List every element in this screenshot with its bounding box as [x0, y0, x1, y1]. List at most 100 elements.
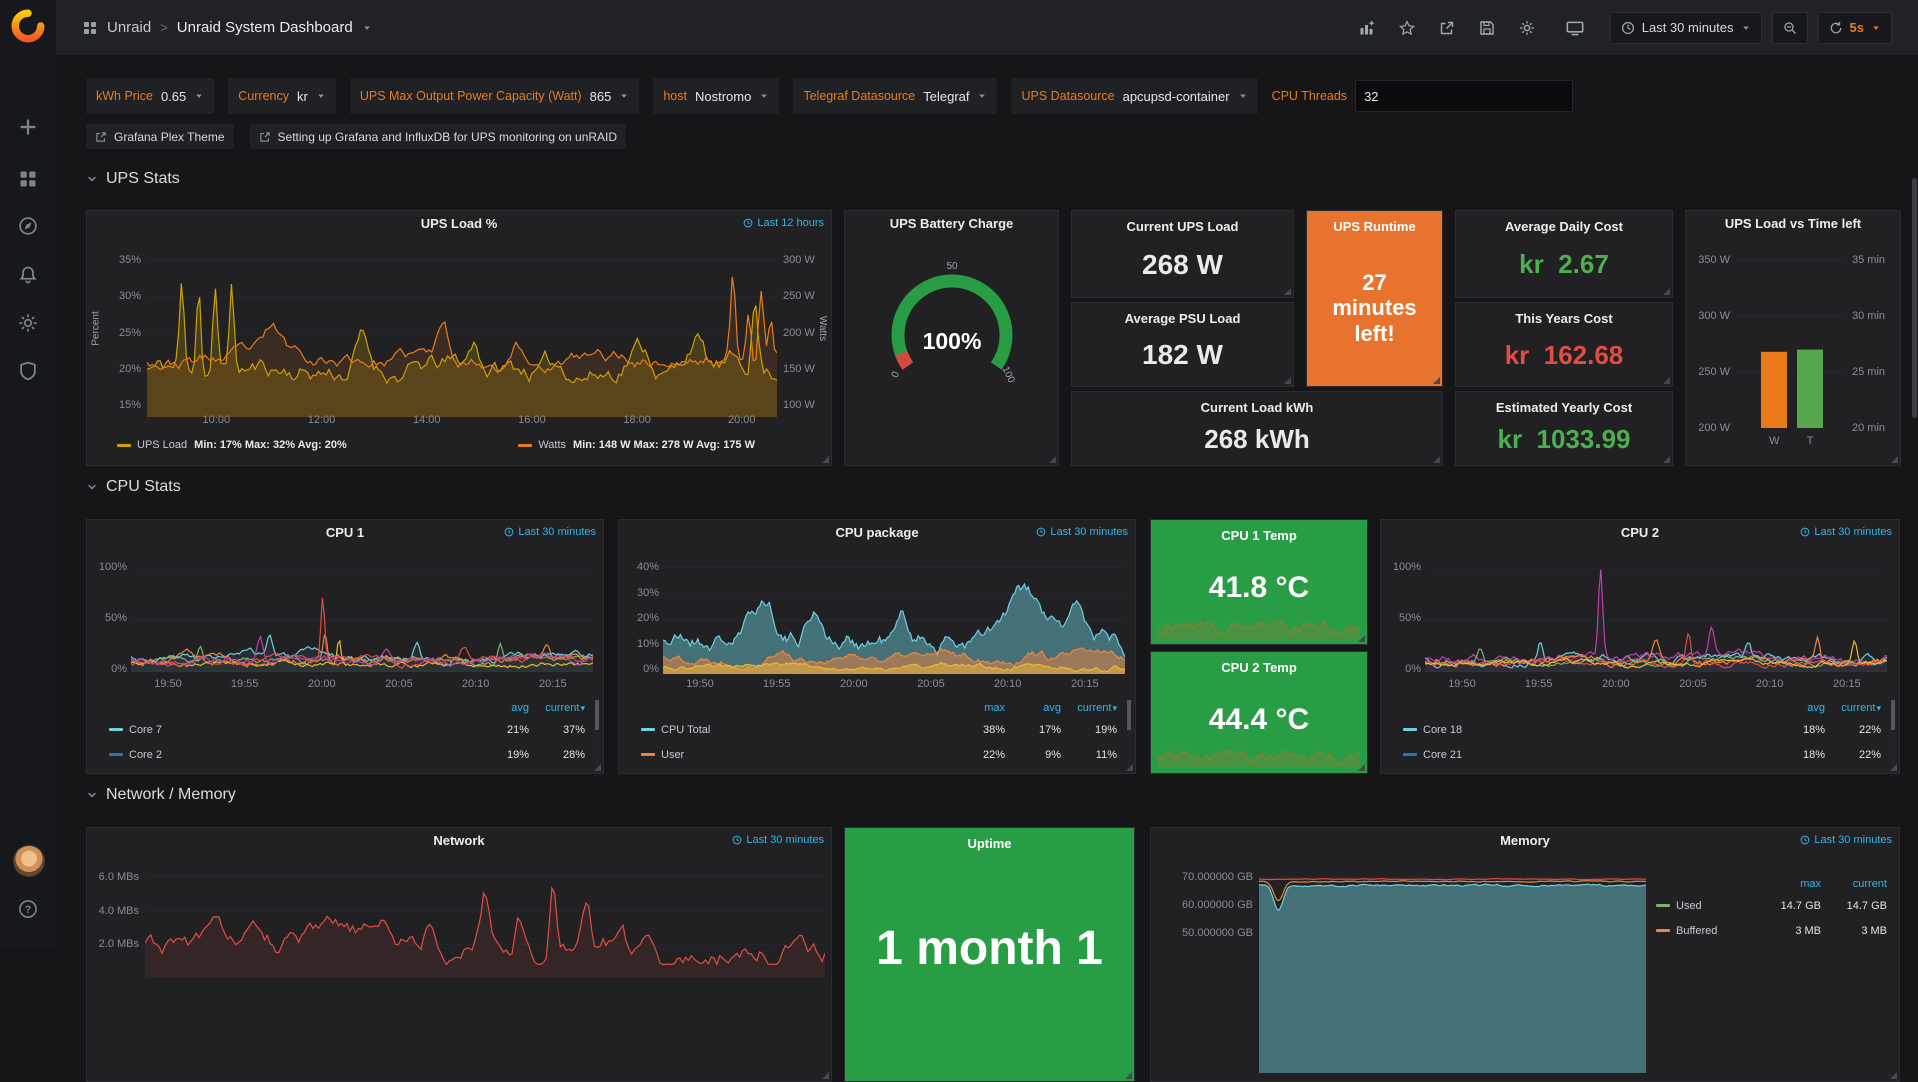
variable-ups-max-power[interactable]: UPS Max Output Power Capacity (Watt) 865 — [350, 78, 640, 114]
configuration-gear-icon[interactable] — [18, 313, 38, 333]
grafana-dashboard: Unraid > Unraid System Dashboard Last 30… — [0, 0, 1918, 947]
legend-row[interactable]: Core 7 21% 37% — [109, 717, 585, 742]
legend-row[interactable]: Core 21 18% 22% — [1403, 742, 1881, 767]
legend-row[interactable]: Core 2 19% 28% — [109, 742, 585, 767]
alerting-bell-icon[interactable] — [18, 265, 38, 285]
time-range-label: Last 30 minutes — [1642, 20, 1734, 35]
panel-time-range[interactable]: Last 30 minutes — [732, 834, 824, 846]
legend-scrollbar[interactable] — [1891, 700, 1895, 766]
clock-icon — [1800, 835, 1810, 845]
server-admin-shield-icon[interactable] — [18, 361, 38, 381]
settings-gear-icon[interactable] — [1512, 13, 1542, 43]
panel-time-range[interactable]: Last 30 minutes — [1800, 834, 1892, 846]
legend-scrollbar[interactable] — [1127, 700, 1131, 766]
cpu1-chart[interactable] — [131, 564, 593, 672]
legend-row[interactable]: User 22% 9% 11% — [641, 742, 1117, 767]
series-name: UPS Load — [137, 439, 187, 451]
panel-title[interactable]: Uptime — [845, 831, 1134, 857]
network-chart[interactable] — [145, 861, 825, 978]
legend-sort-avg[interactable]: avg — [1005, 702, 1061, 714]
link-ups-monitoring-guide[interactable]: Setting up Grafana and InfluxDB for UPS … — [250, 124, 627, 149]
zoom-out-button[interactable] — [1772, 12, 1808, 44]
panel-time-range[interactable]: Last 12 hours — [743, 217, 824, 229]
create-icon[interactable] — [18, 117, 38, 137]
panel-title[interactable]: Current UPS Load — [1072, 214, 1293, 240]
panel-network: Network Last 30 minutes 6.0 MBs4.0 MBs2.… — [86, 827, 832, 1082]
cpu-package-chart[interactable] — [663, 562, 1125, 674]
cpu-threads-input[interactable] — [1355, 80, 1573, 112]
page-scrollbar-thumb[interactable] — [1912, 178, 1917, 418]
panel-title[interactable]: Average Daily Cost — [1456, 214, 1672, 240]
stat-value: 182 W — [1072, 332, 1293, 386]
memory-chart[interactable] — [1259, 861, 1646, 1073]
dashboards-icon[interactable] — [18, 169, 38, 189]
refresh-interval-label[interactable]: 5s — [1850, 20, 1864, 35]
chevron-down-icon[interactable] — [362, 23, 372, 33]
legend-sort-max[interactable]: max — [1755, 878, 1821, 890]
legend-sort-current[interactable]: current — [1821, 878, 1887, 890]
legend-sort-max[interactable]: max — [949, 702, 1005, 714]
dashboard-title[interactable]: Unraid System Dashboard — [177, 19, 353, 36]
panel-title[interactable]: UPS Battery Charge — [845, 211, 1058, 237]
grafana-logo[interactable] — [10, 8, 46, 44]
panel-time-range[interactable]: Last 30 minutes — [504, 526, 596, 538]
panel-title[interactable]: CPU 2 Temp — [1151, 655, 1367, 681]
cpu2-chart[interactable] — [1425, 564, 1887, 672]
ups-bar-chart[interactable] — [1734, 251, 1846, 428]
panel-title[interactable]: Memory — [1151, 828, 1899, 854]
panel-title[interactable]: UPS Load vs Time left — [1686, 211, 1900, 237]
panel-title[interactable]: Network — [87, 828, 831, 854]
legend-row[interactable]: CPU Total 38% 17% 19% — [641, 717, 1117, 742]
panel-average-psu-load: Average PSU Load 182 W — [1071, 302, 1294, 387]
variable-currency[interactable]: Currency kr — [228, 78, 336, 114]
legend-item[interactable]: UPS Load Min: 17% Max: 32% Avg: 20% — [117, 439, 347, 451]
ups-load-chart[interactable] — [147, 249, 777, 417]
link-label: Setting up Grafana and InfluxDB for UPS … — [278, 130, 618, 144]
panel-title[interactable]: UPS Runtime — [1307, 214, 1442, 240]
series-color-marker — [1656, 904, 1670, 907]
panel-title[interactable]: CPU 1 Temp — [1151, 523, 1367, 549]
add-panel-icon[interactable] — [1352, 13, 1382, 43]
help-icon[interactable] — [18, 899, 38, 919]
tv-cycle-icon[interactable] — [1560, 13, 1590, 43]
panel-time-range[interactable]: Last 30 minutes — [1036, 526, 1128, 538]
variable-kwh-price[interactable]: kWh Price 0.65 — [86, 78, 214, 114]
section-network-memory[interactable]: Network / Memory — [86, 786, 236, 804]
panel-time-range[interactable]: Last 30 minutes — [1800, 526, 1892, 538]
panel-title[interactable]: Estimated Yearly Cost — [1456, 395, 1672, 421]
legend-row[interactable]: Buffered 3 MB 3 MB — [1656, 918, 1887, 943]
legend-sort-current[interactable]: current — [1825, 702, 1881, 714]
legend-sort-avg[interactable]: avg — [473, 702, 529, 714]
dashboard-grid-icon[interactable] — [82, 20, 98, 36]
link-grafana-plex-theme[interactable]: Grafana Plex Theme — [86, 124, 234, 149]
variable-label: Telegraf Datasource — [803, 89, 915, 103]
time-picker-button[interactable]: Last 30 minutes — [1610, 12, 1762, 44]
legend-scrollbar[interactable] — [595, 700, 599, 766]
series-color-marker — [518, 444, 532, 447]
legend-header: avg current — [109, 698, 585, 717]
stat-value: kr 2.67 — [1456, 240, 1672, 297]
panel-title[interactable]: This Years Cost — [1456, 306, 1672, 332]
variable-ups-datasource[interactable]: UPS Datasource apcupsd-container — [1011, 78, 1257, 114]
section-ups-stats[interactable]: UPS Stats — [86, 170, 180, 188]
explore-icon[interactable] — [18, 216, 38, 236]
legend-row[interactable]: Core 18 18% 22% — [1403, 717, 1881, 742]
section-cpu-stats[interactable]: CPU Stats — [86, 478, 181, 496]
breadcrumb-folder[interactable]: Unraid — [107, 19, 151, 36]
panel-title[interactable]: Average PSU Load — [1072, 306, 1293, 332]
share-icon[interactable] — [1432, 13, 1462, 43]
refresh-button[interactable]: 5s — [1818, 12, 1892, 44]
legend-sort-avg[interactable]: avg — [1769, 702, 1825, 714]
panel-title[interactable]: Current Load kWh — [1072, 395, 1442, 421]
variable-telegraf-datasource[interactable]: Telegraf Datasource Telegraf — [793, 78, 997, 114]
legend-sort-current[interactable]: current — [1061, 702, 1117, 714]
user-avatar[interactable] — [13, 845, 45, 877]
panel-title[interactable]: UPS Load % — [87, 211, 831, 237]
variable-host[interactable]: host Nostromo — [653, 78, 779, 114]
legend-item[interactable]: Watts Min: 148 W Max: 278 W Avg: 175 W — [518, 439, 755, 451]
star-icon[interactable] — [1392, 13, 1422, 43]
legend-sort-current[interactable]: current — [529, 702, 585, 714]
legend-row[interactable]: Used 14.7 GB 14.7 GB — [1656, 893, 1887, 918]
x-axis: 19:50 19:55 20:00 20:05 20:10 20:15 — [663, 678, 1125, 692]
save-icon[interactable] — [1472, 13, 1502, 43]
